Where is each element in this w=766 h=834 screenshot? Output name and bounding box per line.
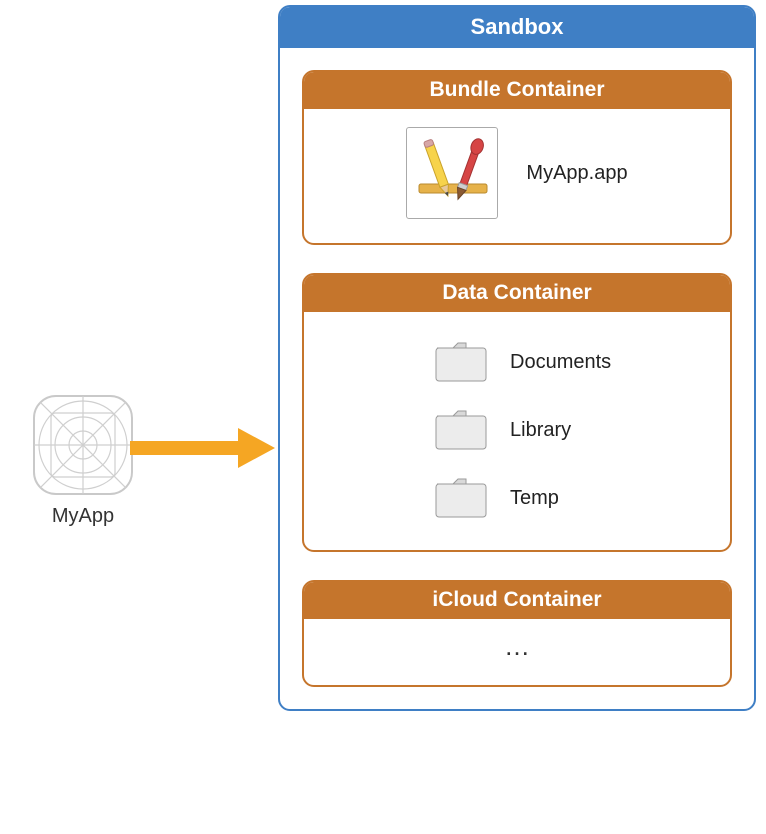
app-template-icon	[33, 395, 133, 495]
sandbox-title: Sandbox	[280, 7, 754, 48]
folder-icon	[434, 476, 488, 520]
icloud-container-title: iCloud Container	[304, 582, 730, 619]
folder-row-documents: Documents	[434, 340, 710, 384]
folder-row-temp: Temp	[434, 476, 710, 520]
folder-list: Documents Library	[324, 330, 710, 526]
bundle-app-file-label: MyApp.app	[526, 162, 627, 185]
folder-label: Documents	[510, 351, 611, 374]
sandbox-body: Bundle Container	[280, 48, 754, 709]
app-bundle-icon	[406, 127, 498, 219]
folder-icon	[434, 408, 488, 452]
sandbox-panel: Sandbox Bundle Container	[278, 5, 756, 711]
app-block: MyApp	[18, 395, 148, 528]
diagram-canvas: MyApp Sandbox Bundle Container	[0, 0, 766, 834]
folder-label: Library	[510, 419, 571, 442]
folder-label: Temp	[510, 487, 559, 510]
app-name-label: MyApp	[18, 505, 148, 528]
bundle-container-title: Bundle Container	[304, 72, 730, 109]
icloud-container-card: iCloud Container …	[302, 580, 732, 687]
bundle-row: MyApp.app	[324, 127, 710, 219]
bundle-container-card: Bundle Container	[302, 70, 732, 245]
data-container-card: Data Container Documents	[302, 273, 732, 552]
folder-row-library: Library	[434, 408, 710, 452]
arrow-icon	[130, 428, 275, 468]
icloud-ellipsis: …	[304, 619, 730, 685]
data-container-title: Data Container	[304, 275, 730, 312]
folder-icon	[434, 340, 488, 384]
